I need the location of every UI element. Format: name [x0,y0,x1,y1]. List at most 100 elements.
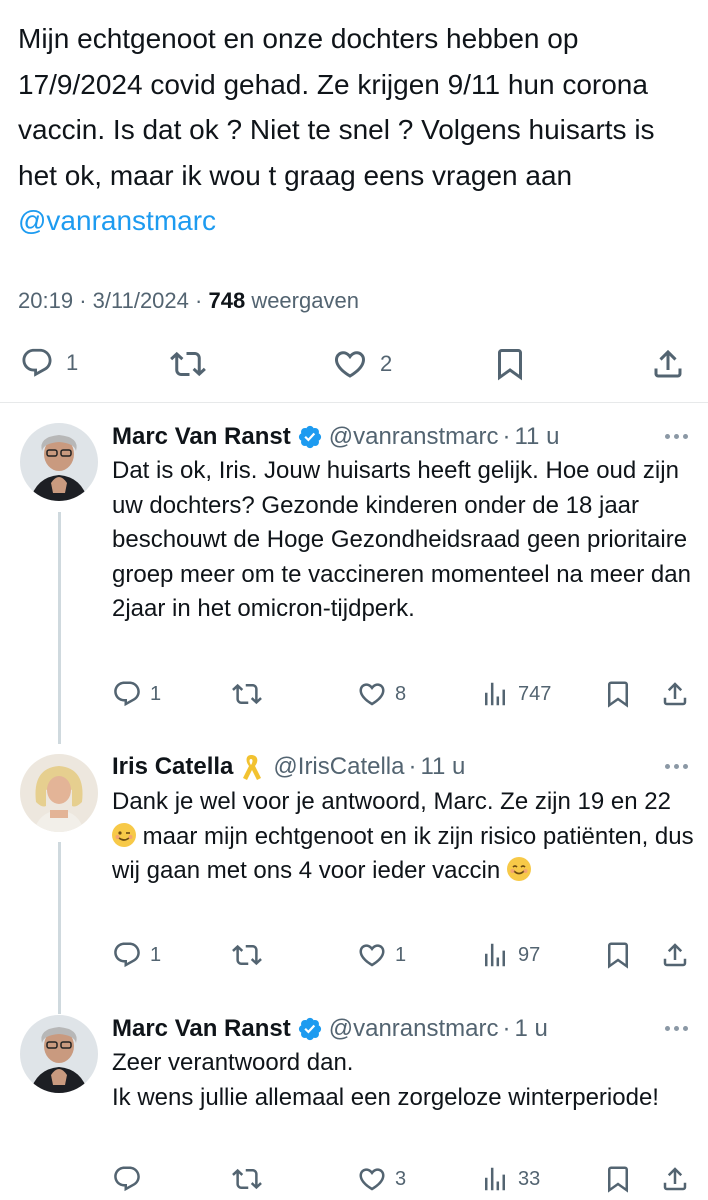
reply-count: 1 [150,943,162,966]
views-icon [480,940,510,970]
views-icon [480,679,510,709]
views-button[interactable]: 97 [480,940,540,970]
verified-badge-icon [297,1016,323,1042]
reply-item[interactable]: Marc Van Ranst @vanranstmarc · 1 u Zeer … [0,1012,708,1200]
like-icon [357,1164,387,1194]
reply-age[interactable]: 1 u [514,1014,547,1044]
like-icon [357,940,387,970]
reply-text-part: maar mijn echtgenoot en ik zijn risico p… [112,822,694,885]
share-icon [650,346,686,382]
repost-button[interactable] [232,1164,262,1194]
tweet-meta: 20:19 · 3/11/2024 · 748 weergaven [18,285,359,317]
reply-age[interactable]: 11 u [514,422,559,452]
tweet-text: Mijn echtgenoot en onze dochters hebben … [18,16,693,244]
meta-separator: · [502,423,511,450]
author-name[interactable]: Marc Van Ranst [112,422,291,452]
like-button[interactable]: 3 [357,1164,406,1194]
views-count: 97 [518,943,541,966]
meta-separator: · [195,288,203,313]
views-button[interactable]: 747 [480,679,551,709]
repost-button[interactable] [232,940,262,970]
reply-button[interactable]: 1 [112,679,161,709]
like-button[interactable]: 8 [357,679,406,709]
views-count: 33 [518,1167,541,1190]
reply-header: Marc Van Ranst @vanranstmarc · 11 u [112,422,559,452]
like-count: 3 [395,1167,407,1190]
repost-button[interactable] [232,679,262,709]
divider [0,402,708,403]
tweet-views-label: weergaven [251,288,359,313]
tweet-date[interactable]: 3/11/2024 [93,288,189,313]
author-handle[interactable]: @vanranstmarc [329,422,499,452]
avatar-image [20,423,98,501]
share-icon [660,940,690,970]
author-name[interactable]: Marc Van Ranst [112,1014,291,1044]
reply-icon [112,1164,142,1194]
bookmark-icon [492,346,528,382]
views-button[interactable]: 33 [480,1164,540,1194]
like-button[interactable]: 1 [357,940,406,970]
bookmark-button[interactable] [492,346,528,382]
avatar[interactable] [20,423,98,501]
meta-separator: · [79,288,87,313]
like-button[interactable]: 2 [332,346,392,382]
meta-separator: · [502,1015,511,1042]
reply-text: Dat is ok, Iris. Jouw huisarts heeft gel… [112,457,691,622]
share-button[interactable] [660,679,690,709]
bookmark-icon [603,1164,633,1194]
more-icon[interactable] [665,1026,688,1031]
avatar-image [20,754,98,832]
reply-action-bar: 3 33 [0,1162,708,1196]
share-button[interactable] [660,1164,690,1194]
share-button[interactable] [650,346,686,382]
avatar[interactable] [20,1015,98,1093]
bookmark-button[interactable] [603,679,633,709]
author-name[interactable]: Iris Catella [112,752,233,782]
reply-button[interactable] [112,1164,142,1194]
share-button[interactable] [660,940,690,970]
tweet-action-bar: 1 2 [0,342,708,386]
repost-icon [232,1164,262,1194]
views-icon [480,1164,510,1194]
reply-item[interactable]: Marc Van Ranst @vanranstmarc · 11 u Dat … [0,420,708,720]
mention-link[interactable]: @vanranstmarc [18,205,216,236]
like-icon [357,679,387,709]
verified-badge-icon [297,424,323,450]
views-count: 747 [518,682,552,705]
like-count: 8 [395,682,407,705]
reply-button[interactable]: 1 [20,346,78,380]
reply-action-bar: 1 1 97 [0,938,708,972]
reply-text-line: Ik wens jullie allemaal een zorgeloze wi… [112,1083,659,1111]
reply-action-bar: 1 8 747 [0,677,708,711]
author-handle[interactable]: @vanranstmarc [329,1014,499,1044]
more-icon[interactable] [665,764,688,769]
repost-button[interactable] [170,346,206,382]
tweet-text-body: Mijn echtgenoot en onze dochters hebben … [18,23,655,191]
bookmark-button[interactable] [603,940,633,970]
bookmark-icon [603,940,633,970]
tweet-time[interactable]: 20:19 [18,288,73,313]
tweet-views-count: 748 [208,288,246,313]
ribbon-icon [239,752,263,782]
bookmark-button[interactable] [603,1164,633,1194]
reply-button[interactable]: 1 [112,940,161,970]
reply-icon [112,940,142,970]
winking-face-icon [112,822,136,847]
reply-text: Zeer verantwoord dan. Ik wens jullie all… [112,1046,697,1115]
bookmark-icon [603,679,633,709]
like-count: 1 [395,943,407,966]
reply-item[interactable]: Iris Catella @IrisCatella · 11 u Dank je… [0,750,708,990]
repost-icon [232,679,262,709]
repost-icon [232,940,262,970]
reply-age[interactable]: 11 u [420,752,465,782]
author-handle[interactable]: @IrisCatella [273,752,404,782]
reply-header: Iris Catella @IrisCatella · 11 u [112,752,465,782]
share-icon [660,679,690,709]
avatar[interactable] [20,754,98,832]
reply-icon [20,346,54,380]
reply-text-part: Dank je wel voor je antwoord, Marc. Ze z… [112,788,671,815]
reply-text-line: Zeer verantwoord dan. [112,1049,354,1076]
more-icon[interactable] [665,434,688,439]
meta-separator: · [408,753,417,780]
reply-count: 1 [66,350,79,375]
